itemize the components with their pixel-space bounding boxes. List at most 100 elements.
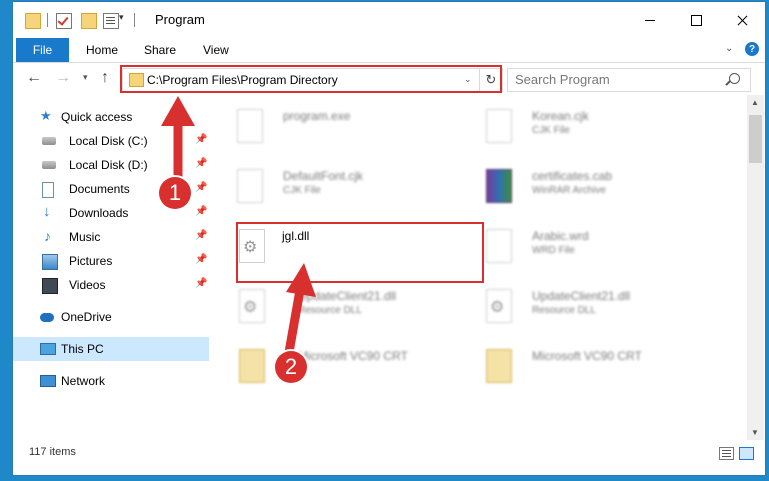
computer-icon (40, 343, 56, 355)
help-icon[interactable]: ? (745, 42, 759, 56)
sidebar-item-label: Local Disk (C:) (69, 134, 148, 148)
pin-icon[interactable]: 📌 (195, 278, 207, 289)
search-icon[interactable] (729, 73, 740, 84)
file-tile-jgl-dll[interactable]: jgl.dll (239, 221, 469, 281)
search-input[interactable] (515, 72, 725, 87)
new-folder-icon[interactable] (81, 13, 97, 29)
tab-home[interactable]: Home (86, 38, 118, 62)
refresh-button[interactable]: ↻ (479, 68, 503, 92)
properties-check-icon[interactable] (56, 13, 72, 29)
properties-icon[interactable] (103, 13, 119, 29)
exe-file-icon (237, 109, 263, 143)
tab-file[interactable]: File (16, 38, 69, 62)
dll-gears-icon (239, 289, 265, 323)
cloud-icon (40, 313, 54, 322)
tab-share[interactable]: Share (144, 38, 176, 62)
sidebar-item-network[interactable]: Network (13, 369, 209, 393)
search-box[interactable] (507, 68, 751, 92)
file-name: Korean.cjk (532, 109, 589, 123)
window-title: Program (155, 12, 205, 27)
file-tile[interactable]: UpdateClient21.dll Resource DLL (239, 281, 469, 341)
customize-quick-access-dropdown[interactable]: ▾ (119, 12, 124, 23)
close-button[interactable] (719, 2, 765, 38)
sidebar-item-label: Downloads (69, 206, 129, 220)
sidebar-item-local-disk-d[interactable]: Local Disk (D:) 📌 (13, 153, 209, 177)
dll-gears-icon (239, 229, 265, 263)
file-name: Microsoft VC90 CRT (298, 349, 408, 363)
divider (47, 13, 48, 27)
address-path[interactable]: C:\Program Files\Program Directory (147, 73, 338, 87)
sidebar-item-this-pc[interactable]: This PC (13, 337, 209, 361)
generic-file-icon (486, 229, 512, 263)
file-tile[interactable]: UpdateClient21.dll Resource DLL (473, 281, 703, 341)
music-icon (42, 228, 56, 244)
divider (134, 13, 135, 27)
sidebar-item-label: Network (61, 374, 106, 388)
title-bar: ▾ Program (13, 2, 765, 38)
dll-gears-icon (486, 289, 512, 323)
details-view-icon[interactable] (719, 447, 734, 460)
scroll-down-arrow-icon[interactable]: ▼ (751, 428, 759, 437)
sidebar-item-videos[interactable]: Videos 📌 (13, 273, 209, 297)
file-tile[interactable]: Microsoft VC90 CRT (473, 341, 703, 401)
file-tile[interactable]: Korean.cjk CJK File (473, 101, 703, 161)
forward-button[interactable]: → (55, 69, 71, 87)
scrollbar-thumb[interactable] (749, 115, 762, 163)
up-button[interactable]: ↑ (101, 69, 109, 87)
file-tile[interactable]: program.exe (224, 101, 454, 161)
ribbon-tabs: File Home Share View ⌄ ? (13, 38, 765, 63)
manifest-file-icon (239, 349, 265, 383)
file-name: certificates.cab (532, 169, 613, 183)
pin-icon[interactable]: 📌 (195, 134, 207, 145)
generic-file-icon (237, 169, 263, 203)
sidebar-item-music[interactable]: Music 📌 (13, 225, 209, 249)
pin-icon[interactable]: 📌 (195, 254, 207, 265)
back-button[interactable]: ← (26, 69, 42, 87)
pictures-icon (42, 254, 58, 270)
manifest-file-icon (486, 349, 512, 383)
disk-icon (42, 161, 56, 169)
file-type: Resource DLL (298, 305, 362, 316)
sidebar-item-onedrive[interactable]: OneDrive (13, 305, 209, 329)
recent-locations-dropdown[interactable]: ▾ (83, 72, 88, 83)
pin-icon[interactable]: 📌 (195, 230, 207, 241)
pin-icon[interactable]: 📌 (195, 206, 207, 217)
folder-icon[interactable] (25, 13, 41, 29)
file-type: CJK File (532, 125, 570, 136)
sidebar-item-label: Pictures (69, 254, 113, 268)
sidebar-item-label: Music (69, 230, 101, 244)
vertical-scrollbar[interactable]: ▲ ▼ (747, 95, 764, 440)
minimize-button[interactable] (627, 2, 673, 38)
generic-file-icon (486, 109, 512, 143)
scroll-up-arrow-icon[interactable]: ▲ (751, 98, 759, 107)
downloads-icon (42, 203, 56, 220)
item-count: 117 items (29, 446, 76, 458)
network-icon (40, 375, 56, 387)
file-name: program.exe (283, 109, 351, 123)
sidebar-item-label: This PC (61, 342, 104, 356)
winrar-archive-icon (486, 169, 512, 203)
sidebar-item-label: Documents (69, 182, 130, 196)
videos-icon (42, 278, 58, 294)
pin-icon[interactable]: 📌 (195, 158, 207, 169)
step-1-badge: 1 (159, 177, 191, 209)
expand-ribbon-chevron-icon[interactable]: ⌄ (725, 43, 733, 54)
maximize-button[interactable] (673, 2, 719, 38)
file-tile[interactable]: certificates.cab WinRAR Archive (473, 161, 703, 221)
documents-icon (42, 182, 54, 198)
file-tile[interactable]: Arabic.wrd WRD File (473, 221, 703, 281)
pin-icon[interactable]: 📌 (195, 182, 207, 193)
file-tile[interactable]: Microsoft VC90 CRT (239, 341, 469, 401)
file-name: DefaultFont.cjk (283, 169, 364, 183)
address-history-chevron-icon[interactable]: ⌄ (464, 74, 472, 85)
large-icons-view-icon[interactable] (739, 447, 754, 460)
file-tile[interactable]: DefaultFont.cjk CJK File (224, 161, 454, 221)
sidebar-item-quick-access[interactable]: Quick access (13, 105, 209, 129)
sidebar-item-pictures[interactable]: Pictures 📌 (13, 249, 209, 273)
file-name: UpdateClient21.dll (298, 289, 397, 303)
file-name: jgl.dll (282, 229, 310, 243)
sidebar-item-local-disk-c[interactable]: Local Disk (C:) 📌 (13, 129, 209, 153)
address-bar[interactable]: C:\Program Files\Program Directory ⌄ (122, 68, 480, 92)
sidebar-item-label: Videos (69, 278, 106, 292)
tab-view[interactable]: View (203, 38, 229, 62)
